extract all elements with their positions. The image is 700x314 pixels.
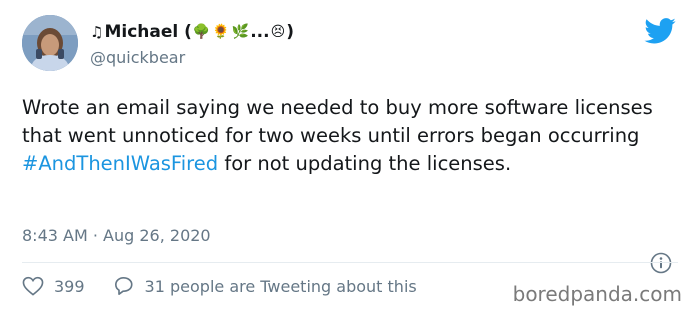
tweet-text: Wrote an email saying we needed to buy m… <box>22 94 672 178</box>
hashtag-link[interactable]: #AndThenIWasFired <box>22 152 218 175</box>
divider <box>22 262 678 263</box>
music-note-icon: ♫ <box>90 23 104 41</box>
tweet-text-after: for not updating the licenses. <box>218 152 512 175</box>
tweet-actions: 399 31 people are Tweeting about this <box>22 275 417 297</box>
tweet-text-before: Wrote an email saying we needed to buy m… <box>22 96 653 147</box>
tree-emoji: 🌳 <box>192 24 211 40</box>
info-icon[interactable] <box>650 252 672 274</box>
display-name[interactable]: ♫ Michael ( 🌳 🌻 🌿 ... 😣 ) <box>90 20 294 44</box>
avatar[interactable] <box>22 15 78 71</box>
watermark: boredpanda.com <box>512 282 682 306</box>
reply-icon[interactable] <box>113 276 135 296</box>
name-ellipsis: ... <box>250 22 270 42</box>
like-count: 399 <box>54 276 85 296</box>
display-name-text: Michael ( <box>104 22 192 42</box>
display-name-suffix: ) <box>286 22 294 42</box>
reply-text[interactable]: 31 people are Tweeting about this <box>145 277 417 296</box>
sunflower-emoji: 🌻 <box>212 24 230 40</box>
tweet-timestamp[interactable]: 8:43 AM · Aug 26, 2020 <box>22 226 211 245</box>
twitter-bird-icon[interactable] <box>644 18 676 44</box>
user-handle[interactable]: @quickbear <box>90 48 185 67</box>
heart-icon[interactable] <box>22 276 44 296</box>
herb-emoji: 🌿 <box>231 24 250 40</box>
persevering-face-emoji: 😣 <box>270 24 286 40</box>
